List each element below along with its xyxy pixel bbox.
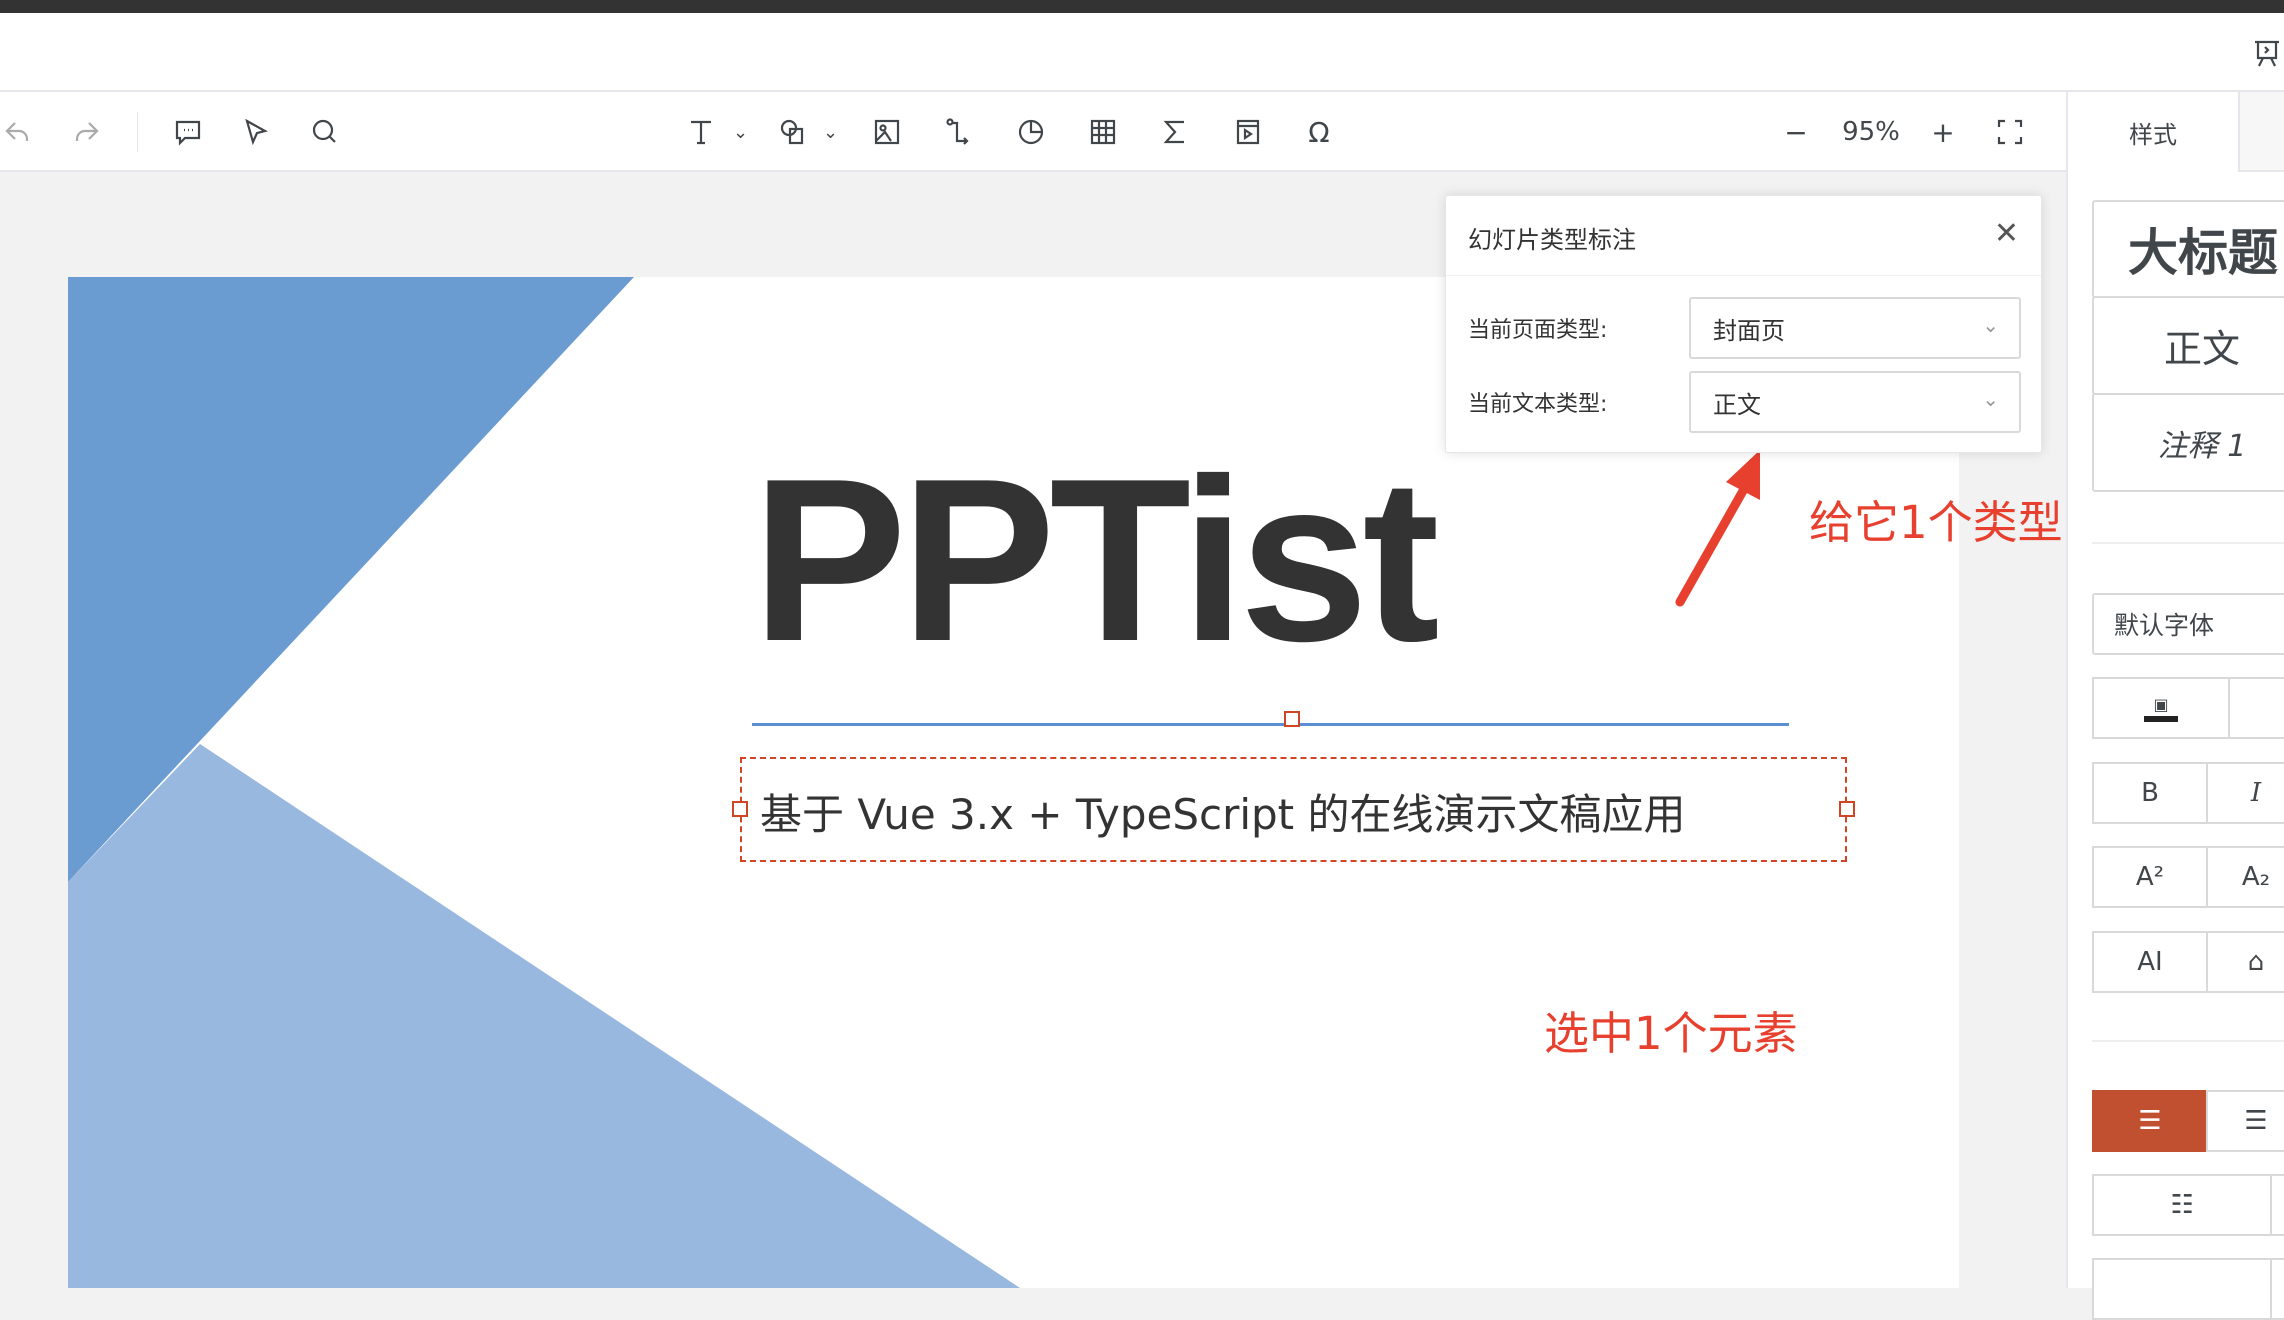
shape-icon[interactable] [775, 114, 811, 150]
highlight-button[interactable] [2228, 677, 2284, 739]
zoom-level[interactable]: 95% [1836, 114, 1906, 150]
right-panel: 样式 大标题 正文 注释 1 默认字体 ▣ B I A² A₂ AI ⌂ ☰ ☰… [2066, 92, 2284, 1320]
italic-button[interactable]: I [2206, 762, 2284, 824]
formula-icon[interactable] [1157, 114, 1193, 150]
font-family-select[interactable]: 默认字体 [2092, 593, 2284, 655]
presentation-icon[interactable] [2253, 39, 2281, 69]
zoom-in-button[interactable]: + [1925, 114, 1961, 150]
window-top-bar [0, 0, 2284, 13]
chevron-down-icon: ⌄ [1982, 313, 1999, 337]
fullscreen-icon[interactable] [1992, 114, 2028, 150]
comment-icon[interactable] [170, 114, 206, 150]
text-style-note[interactable]: 注释 1 [2092, 393, 2284, 492]
superscript-button[interactable]: A² [2092, 846, 2208, 908]
video-icon[interactable] [1230, 114, 1266, 150]
symbol-icon[interactable]: Ω [1301, 114, 1337, 150]
subscript-button[interactable]: A₂ [2206, 846, 2284, 908]
page-type-select[interactable]: 封面页 ⌄ [1689, 297, 2021, 359]
annotation-arrow [1675, 450, 1760, 607]
panel-divider [2092, 542, 2284, 544]
list-dropdown-button[interactable] [2270, 1174, 2284, 1236]
selected-text-box[interactable]: 基于 Vue 3.x + TypeScript 的在线演示文稿应用 [732, 757, 1855, 862]
divider-line[interactable] [752, 723, 1789, 726]
pointer-icon[interactable] [238, 114, 274, 150]
image-icon[interactable] [869, 114, 905, 150]
font-color-button[interactable]: ▣ [2092, 677, 2230, 739]
text-type-value: 正文 [1713, 390, 1761, 419]
header-bar [0, 13, 2284, 92]
text-icon[interactable] [683, 114, 719, 150]
resize-handle-right[interactable] [1839, 801, 1855, 817]
annotation-select-element: 选中1个元素 [1544, 1007, 1798, 1060]
clear-format-icon[interactable]: ⌂ [2206, 931, 2284, 993]
numbered-list-dropdown[interactable] [2270, 1258, 2284, 1320]
slide-subtitle[interactable]: 基于 Vue 3.x + TypeScript 的在线演示文稿应用 [760, 781, 1686, 842]
slide-title[interactable]: PPTist [752, 445, 1440, 677]
close-icon[interactable]: ✕ [1994, 216, 2019, 251]
rotate-handle[interactable] [1284, 711, 1300, 727]
zoom-search-icon[interactable] [306, 114, 342, 150]
annotation-give-type: 给它1个类型 [1809, 496, 2063, 549]
align-left-button[interactable]: ☰ [2092, 1090, 2208, 1152]
redo-icon[interactable] [68, 114, 104, 150]
undo-icon[interactable] [0, 114, 36, 150]
chevron-down-icon[interactable]: ⌄ [823, 114, 838, 150]
align-center-button[interactable]: ☰ [2206, 1090, 2284, 1152]
dialog-header: 幻灯片类型标注 ✕ [1446, 196, 2041, 276]
numbered-list-button[interactable] [2092, 1258, 2272, 1320]
bullet-list-button[interactable]: ☷ [2092, 1174, 2272, 1236]
text-color-icon: ▣ [2144, 695, 2178, 722]
dialog-title: 幻灯片类型标注 [1468, 226, 1636, 254]
text-type-select[interactable]: 正文 ⌄ [1689, 371, 2021, 433]
ai-button[interactable]: AI [2092, 931, 2208, 993]
dark-blue-shape [68, 277, 634, 882]
toolbar: ⌄ ⌄ Ω − 95% + [0, 92, 2066, 172]
panel-divider [2092, 1040, 2284, 1042]
chart-icon[interactable] [1013, 114, 1049, 150]
chevron-down-icon: ⌄ [1982, 387, 1999, 411]
text-style-body[interactable]: 正文 [2092, 296, 2284, 395]
resize-handle-left[interactable] [732, 801, 748, 817]
text-type-label: 当前文本类型: [1468, 392, 1608, 417]
slide-type-dialog: 幻灯片类型标注 ✕ 当前页面类型: 封面页 ⌄ 当前文本类型: 正文 ⌄ [1445, 195, 2042, 453]
toolbar-divider [137, 112, 138, 152]
page-type-label: 当前页面类型: [1468, 318, 1608, 343]
chevron-down-icon[interactable]: ⌄ [733, 114, 748, 150]
table-icon[interactable] [1085, 114, 1121, 150]
page-type-value: 封面页 [1713, 316, 1785, 345]
line-icon[interactable] [941, 114, 977, 150]
zoom-out-button[interactable]: − [1778, 114, 1814, 150]
tab-other[interactable] [2238, 92, 2284, 172]
tab-style[interactable]: 样式 [2068, 92, 2238, 172]
bold-button[interactable]: B [2092, 762, 2208, 824]
text-style-title[interactable]: 大标题 [2092, 200, 2284, 298]
